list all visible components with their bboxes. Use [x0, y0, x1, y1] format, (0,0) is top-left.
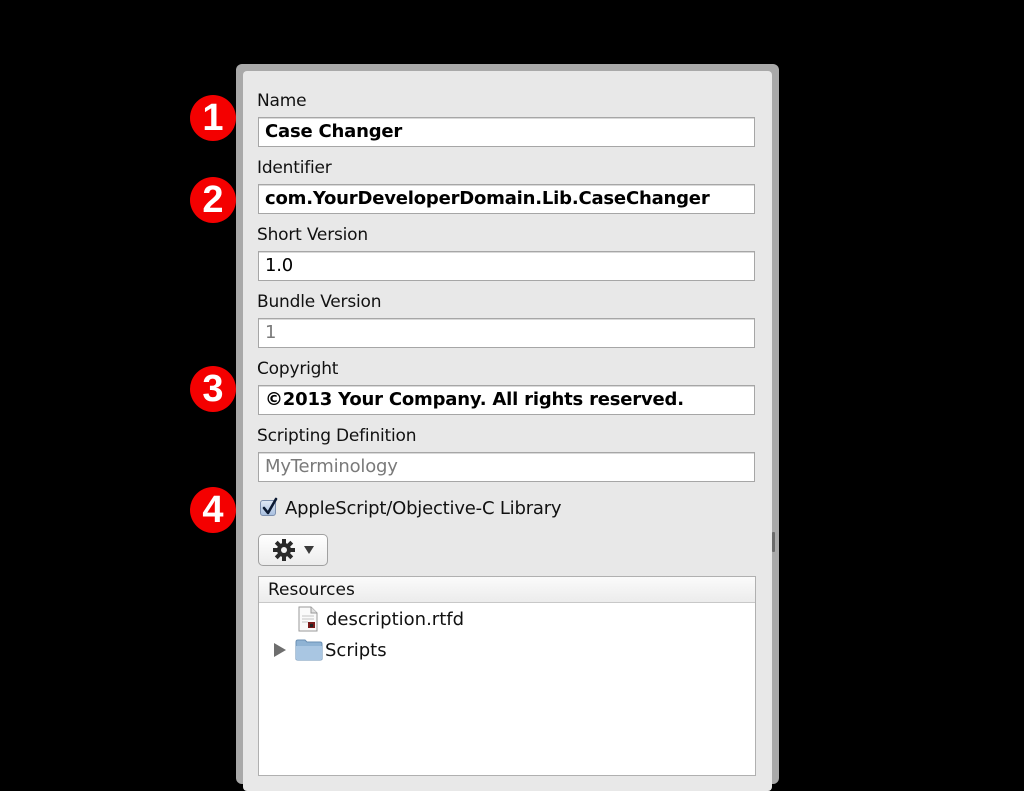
bundle-version-label: Bundle Version: [257, 292, 382, 312]
identifier-label: Identifier: [257, 158, 332, 178]
disclosure-triangle-icon[interactable]: [274, 643, 286, 657]
copyright-label: Copyright: [257, 359, 339, 379]
short-version-field[interactable]: 1.0: [258, 251, 755, 281]
split-view-handle[interactable]: [772, 532, 775, 552]
checkmark-icon: [262, 497, 278, 515]
rtfd-document-icon: [298, 606, 318, 632]
identifier-field[interactable]: com.YourDeveloperDomain.Lib.CaseChanger: [258, 184, 755, 214]
gear-icon: [273, 539, 295, 561]
short-version-label: Short Version: [257, 225, 368, 245]
resource-item-name: description.rtfd: [326, 608, 465, 630]
name-label: Name: [257, 91, 307, 111]
action-menu-button[interactable]: [258, 534, 328, 566]
callout-badge: 2: [190, 177, 236, 223]
folder-icon: [295, 639, 323, 661]
resource-item[interactable]: Scripts: [274, 636, 387, 664]
resource-item-name: Scripts: [325, 639, 387, 661]
callout-badge: 4: [190, 487, 236, 533]
callout-badge: 1: [190, 95, 236, 141]
asoc-library-checkbox[interactable]: [260, 497, 278, 516]
name-field[interactable]: Case Changer: [258, 117, 755, 147]
callout-badge: 3: [190, 366, 236, 412]
bundle-version-field[interactable]: 1: [258, 318, 755, 348]
scripting-definition-label: Scripting Definition: [257, 426, 417, 446]
scripting-definition-field[interactable]: MyTerminology: [258, 452, 755, 482]
resource-item[interactable]: description.rtfd: [298, 605, 464, 633]
triangle-down-icon: [304, 546, 314, 554]
resources-header: Resources: [259, 577, 755, 603]
copyright-field[interactable]: ©2013 Your Company. All rights reserved.: [258, 385, 755, 415]
asoc-library-checkbox-row[interactable]: AppleScript/Objective-C Library: [260, 496, 562, 520]
asoc-library-label: AppleScript/Objective-C Library: [285, 497, 562, 519]
